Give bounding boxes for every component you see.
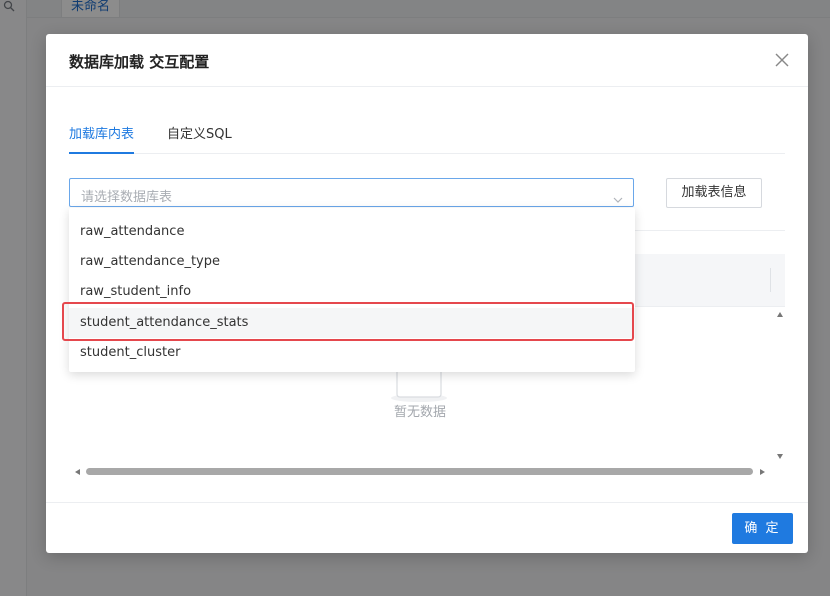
table-dropdown: raw_attendance raw_attendance_type raw_s… bbox=[69, 208, 635, 372]
load-table-info-button[interactable]: 加载表信息 bbox=[666, 178, 762, 208]
horizontal-scrollbar[interactable] bbox=[69, 466, 785, 478]
close-icon[interactable] bbox=[774, 52, 790, 68]
select-placeholder: 请选择数据库表 bbox=[81, 190, 173, 205]
dropdown-item[interactable]: raw_student_info bbox=[69, 277, 635, 307]
footer-divider bbox=[46, 502, 808, 503]
dropdown-item[interactable]: student_cluster bbox=[69, 338, 635, 368]
modal-title: 数据库加载 交互配置 bbox=[69, 53, 210, 71]
source-tabs: 加载库内表 自定义SQL bbox=[69, 120, 785, 154]
scroll-up-arrow[interactable] bbox=[777, 312, 783, 317]
empty-text: 暂无数据 bbox=[393, 405, 446, 420]
tab-custom-sql[interactable]: 自定义SQL bbox=[167, 123, 232, 152]
scroll-left-arrow[interactable] bbox=[75, 469, 80, 475]
modal-header: 数据库加载 交互配置 bbox=[46, 34, 808, 87]
chevron-down-icon bbox=[613, 189, 623, 203]
scrollbar-thumb[interactable] bbox=[86, 468, 753, 475]
dropdown-item-hovered[interactable]: student_attendance_stats bbox=[69, 308, 635, 338]
dropdown-item[interactable]: raw_attendance_type bbox=[69, 247, 635, 277]
dropdown-item[interactable]: raw_attendance bbox=[69, 217, 635, 247]
tab-load-table[interactable]: 加载库内表 bbox=[69, 123, 135, 154]
scroll-right-arrow[interactable] bbox=[760, 469, 765, 475]
table-select[interactable]: 请选择数据库表 bbox=[69, 178, 634, 207]
scroll-down-arrow[interactable] bbox=[777, 454, 783, 459]
column-divider bbox=[770, 268, 771, 292]
confirm-button[interactable]: 确 定 bbox=[732, 513, 793, 544]
